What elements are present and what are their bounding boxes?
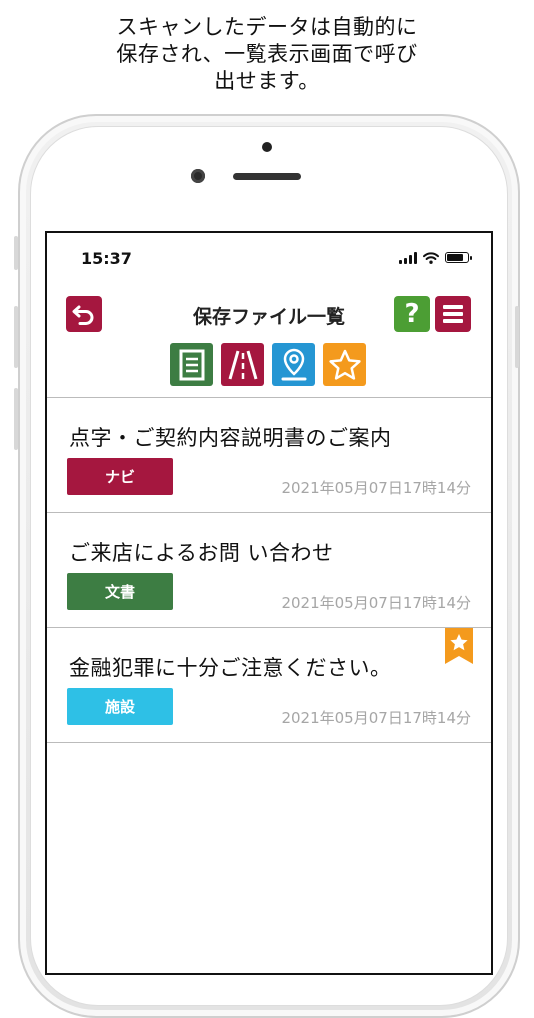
filter-favorites-button[interactable] — [323, 343, 366, 386]
document-icon — [179, 349, 204, 380]
star-bookmark-icon — [445, 628, 473, 664]
earpiece-speaker — [233, 173, 301, 180]
filter-navigation-button[interactable] — [221, 343, 264, 386]
category-tag: ナビ — [67, 458, 173, 495]
question-mark-icon: ? — [404, 299, 420, 329]
phone-side-button-top — [14, 236, 18, 270]
list-item[interactable]: 点字・ご契約内容説明書のご案内 ナビ 2021年05月07日17時14分 — [47, 398, 491, 513]
promo-caption: スキャンしたデータは自動的に 保存され、一覧表示画面で呼び 出せます。 — [0, 14, 534, 95]
status-time: 15:37 — [81, 249, 132, 268]
help-button[interactable]: ? — [394, 296, 430, 332]
battery-icon — [445, 252, 472, 263]
phone-side-button-low — [14, 388, 18, 450]
hamburger-menu-icon — [443, 305, 463, 323]
item-date: 2021年05月07日17時14分 — [281, 709, 471, 727]
phone-side-button-mid — [14, 306, 18, 368]
saved-file-list: 点字・ご契約内容説明書のご案内 ナビ 2021年05月07日17時14分 ご来店… — [47, 397, 491, 743]
signal-icon — [399, 251, 417, 264]
item-date: 2021年05月07日17時14分 — [281, 594, 471, 612]
status-icons — [399, 251, 472, 264]
road-icon — [228, 350, 257, 379]
item-title: ご来店によるお問 い合わせ — [69, 541, 334, 565]
list-item[interactable]: 金融犯罪に十分ご注意ください。 施設 2021年05月07日17時14分 — [47, 628, 491, 743]
status-bar: 15:37 — [47, 249, 491, 271]
category-tag: 文書 — [67, 573, 173, 610]
filter-facilities-button[interactable] — [272, 343, 315, 386]
caption-line-2: 保存され、一覧表示画面で呼び — [116, 42, 418, 66]
item-title: 点字・ご契約内容説明書のご案内 — [69, 426, 392, 450]
map-pin-icon — [281, 348, 306, 380]
caption-line-3: 出せます。 — [214, 69, 320, 93]
menu-button[interactable] — [435, 296, 471, 332]
app-screen: 15:37 保存ファイル一覧 ? 点字・ご契約内容説明書のご案内 ナビ 2021… — [45, 231, 493, 975]
front-camera — [191, 169, 205, 183]
item-title: 金融犯罪に十分ご注意ください。 — [69, 656, 392, 680]
wifi-icon — [423, 251, 439, 264]
item-date: 2021年05月07日17時14分 — [281, 479, 471, 497]
star-icon — [328, 349, 361, 380]
list-item[interactable]: ご来店によるお問 い合わせ 文書 2021年05月07日17時14分 — [47, 513, 491, 628]
filter-documents-button[interactable] — [170, 343, 213, 386]
caption-line-1: スキャンしたデータは自動的に — [116, 15, 418, 39]
phone-power-button — [515, 306, 519, 368]
front-sensor — [262, 142, 272, 152]
category-tag: 施設 — [67, 688, 173, 725]
filter-bar — [170, 343, 366, 386]
